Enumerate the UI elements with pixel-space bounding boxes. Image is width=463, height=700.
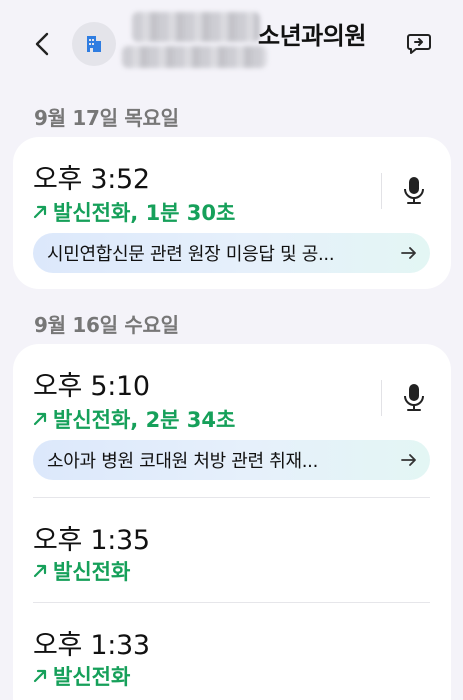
call-log-entry[interactable]: 오후 3:52 발신전화, 1분 30초 시민연합신문 관련 원장 미응답 및 … bbox=[13, 137, 451, 289]
building-icon bbox=[87, 36, 101, 52]
call-time: 오후 1:35 bbox=[33, 525, 150, 556]
message-bubble-icon bbox=[407, 34, 431, 54]
app-header: 소년과의원 bbox=[0, 0, 463, 90]
call-log-card: 오후 3:52 발신전화, 1분 30초 시민연합신문 관련 원장 미응답 및 … bbox=[13, 137, 451, 289]
call-type: 발신전화, 2분 34초 bbox=[33, 404, 235, 434]
section-date: 9월 16일 수요일 bbox=[34, 313, 179, 337]
outgoing-call-icon bbox=[33, 669, 47, 683]
outgoing-call-icon bbox=[33, 205, 47, 219]
redacted-name-part bbox=[132, 12, 260, 42]
section-date: 9월 17일 목요일 bbox=[34, 106, 179, 130]
call-summary-text: 시민연합신문 관련 원장 미응답 및 공... bbox=[47, 244, 335, 265]
outgoing-call-icon bbox=[33, 412, 47, 426]
call-log-entry[interactable]: 오후 1:35 발신전화 bbox=[13, 498, 451, 602]
call-summary-pill[interactable]: 시민연합신문 관련 원장 미응답 및 공... bbox=[33, 233, 430, 273]
call-log-card: 오후 5:10 발신전화, 2분 34초 소아과 병원 코대원 처방 관련 취재… bbox=[13, 344, 451, 700]
redacted-name-part bbox=[122, 46, 267, 68]
call-time: 오후 1:33 bbox=[33, 630, 150, 661]
recording-button[interactable] bbox=[401, 381, 427, 415]
call-type: 발신전화 bbox=[33, 556, 130, 586]
call-type: 발신전화, 1분 30초 bbox=[33, 197, 235, 227]
microphone-icon bbox=[404, 177, 424, 204]
recording-button[interactable] bbox=[401, 174, 427, 208]
call-type-label: 발신전화 bbox=[53, 665, 131, 689]
call-summary-text: 소아과 병원 코대원 처방 관련 취재... bbox=[47, 451, 319, 472]
outgoing-call-icon bbox=[33, 564, 47, 578]
call-summary-pill[interactable]: 소아과 병원 코대원 처방 관련 취재... bbox=[33, 440, 430, 480]
call-time: 오후 3:52 bbox=[33, 164, 150, 195]
contact-name: 소년과의원 bbox=[258, 22, 366, 50]
call-type: 발신전화 bbox=[33, 661, 130, 691]
call-log-entry[interactable]: 오후 5:10 발신전화, 2분 34초 소아과 병원 코대원 처방 관련 취재… bbox=[13, 344, 451, 496]
divider bbox=[381, 380, 382, 416]
chevron-left-icon bbox=[35, 32, 49, 56]
call-type-label: 발신전화, 2분 34초 bbox=[53, 408, 236, 432]
arrow-right-icon bbox=[401, 454, 416, 466]
back-button[interactable] bbox=[28, 28, 56, 60]
divider bbox=[381, 173, 382, 209]
call-log-entry[interactable]: 오후 1:33 발신전화 bbox=[13, 603, 451, 700]
microphone-icon bbox=[404, 384, 424, 411]
contact-avatar[interactable] bbox=[72, 22, 116, 66]
arrow-right-icon bbox=[401, 247, 416, 259]
call-time: 오후 5:10 bbox=[33, 371, 150, 402]
call-type-label: 발신전화, 1분 30초 bbox=[53, 201, 236, 225]
call-type-label: 발신전화 bbox=[53, 560, 131, 584]
message-button[interactable] bbox=[404, 30, 434, 58]
